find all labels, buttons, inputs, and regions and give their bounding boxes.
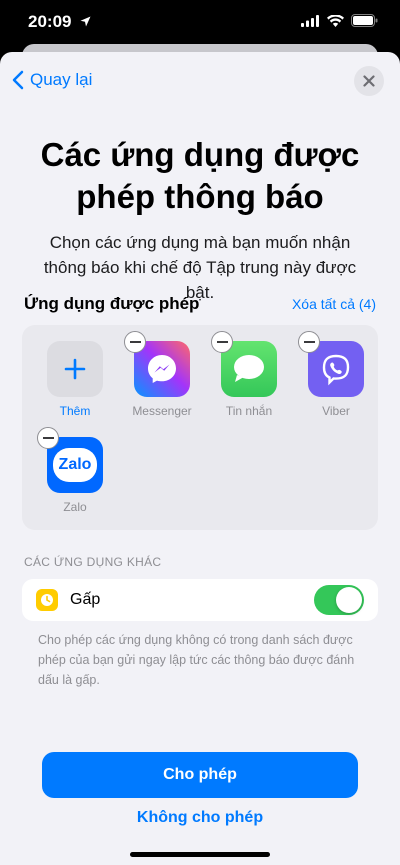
app-label-zalo: Zalo [63, 500, 87, 514]
app-item-zalo: Zalo Zalo [35, 427, 115, 514]
close-icon [363, 75, 375, 87]
remove-messenger-button[interactable] [124, 331, 146, 353]
status-bar: 20:09 [0, 0, 400, 44]
status-time: 20:09 [28, 12, 72, 31]
zalo-icon: Zalo [37, 427, 103, 493]
app-item-messages: Tin nhắn [209, 331, 289, 418]
location-arrow-icon [80, 14, 91, 32]
remove-viber-button[interactable] [298, 331, 320, 353]
remove-zalo-button[interactable] [37, 427, 59, 449]
allowed-apps-header: Ứng dụng được phép Xóa tất cả (4) [24, 294, 376, 314]
allowed-apps-grid: Thêm Messenger Tin nhắn Viber Zalo Zalo [22, 325, 378, 530]
zalo-icon-text: Zalo [58, 456, 92, 473]
cellular-signal-icon [301, 14, 320, 32]
plus-icon [64, 358, 86, 380]
add-app-button[interactable] [47, 341, 103, 397]
allow-button[interactable]: Cho phép [42, 752, 358, 798]
messages-icon [211, 331, 277, 397]
urgent-label: Gấp [70, 591, 101, 608]
focus-apps-sheet: Quay lại Các ứng dụng được phép thông bá… [0, 52, 400, 865]
battery-icon [351, 14, 378, 32]
close-button[interactable] [354, 66, 384, 96]
other-apps-section-title: CÁC ỨNG DỤNG KHÁC [24, 555, 162, 569]
messenger-icon [124, 331, 190, 397]
app-label-messages: Tin nhắn [225, 404, 273, 418]
add-app-label: Thêm [59, 404, 91, 418]
clock-icon [36, 589, 58, 611]
app-item-messenger: Messenger [122, 331, 202, 418]
app-item-viber: Viber [296, 331, 376, 418]
add-app-item[interactable]: Thêm [35, 341, 115, 418]
viber-icon [298, 331, 364, 397]
app-label-viber: Viber [322, 404, 350, 418]
urgent-toggle[interactable] [314, 585, 364, 615]
deny-button[interactable]: Không cho phép [0, 809, 400, 827]
chevron-left-icon [12, 70, 24, 90]
home-indicator[interactable] [130, 852, 270, 857]
urgent-notifications-row: Gấp [22, 579, 378, 621]
allowed-apps-title: Ứng dụng được phép [24, 294, 200, 313]
back-label: Quay lại [30, 70, 93, 89]
app-label-messenger: Messenger [132, 404, 192, 418]
wifi-icon [327, 14, 344, 32]
page-title: Các ứng dụng được phép thông báo [40, 136, 360, 215]
urgent-description: Cho phép các ứng dụng không có trong dan… [38, 633, 355, 687]
remove-messages-button[interactable] [211, 331, 233, 353]
back-button[interactable]: Quay lại [12, 70, 92, 90]
clear-all-button[interactable]: Xóa tất cả (4) [292, 296, 376, 312]
